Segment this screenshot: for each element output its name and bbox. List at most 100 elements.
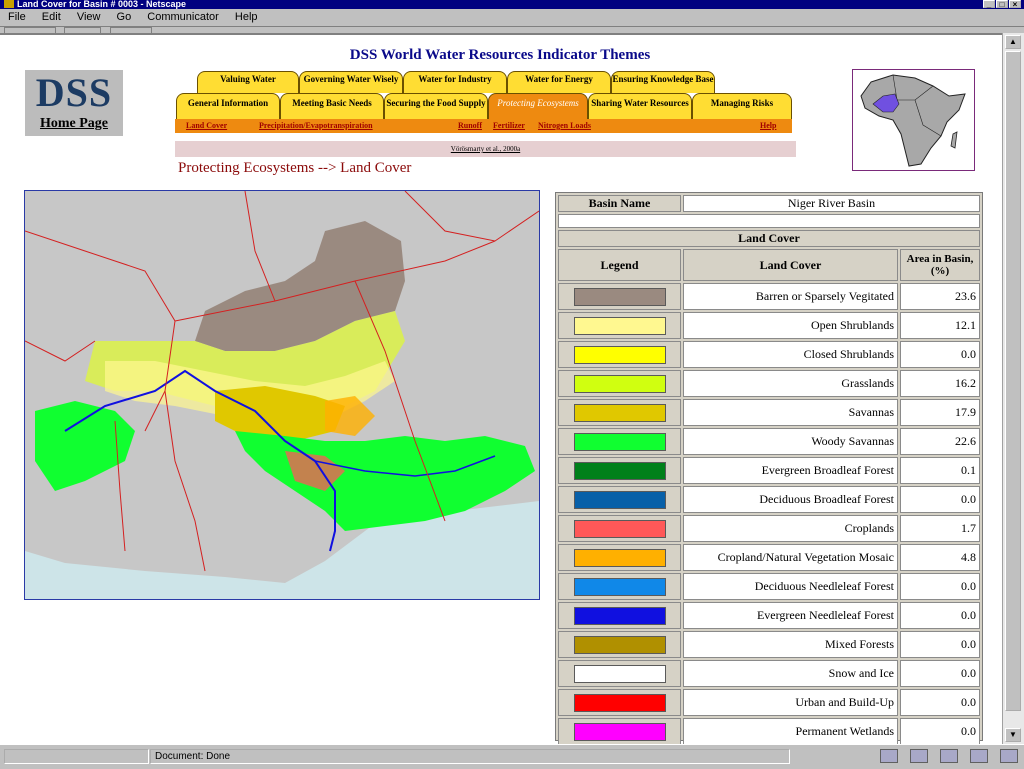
- country-border: [404, 191, 539, 242]
- composer-icon[interactable]: [970, 749, 988, 763]
- tab-meeting-basic-needs[interactable]: Meeting Basic Needs: [280, 93, 384, 119]
- legend-cell: [558, 631, 681, 658]
- land-cover-name: Barren or Sparsely Vegitated: [683, 283, 898, 310]
- land-cover-name: Closed Shrublands: [683, 341, 898, 368]
- land-cover-name: Permanent Wetlands: [683, 718, 898, 744]
- menu-help[interactable]: Help: [235, 11, 258, 23]
- land-cover-name: Cropland/Natural Vegetation Mosaic: [683, 544, 898, 571]
- area-percent: 22.6: [900, 428, 980, 455]
- tab-valuing-water[interactable]: Valuing Water: [197, 71, 299, 93]
- security-status[interactable]: [4, 749, 149, 764]
- land-cover-map-svg: [25, 191, 539, 599]
- land-cover-table: Basin Name Niger River Basin Land Cover …: [555, 192, 983, 744]
- tab-water-for-energy[interactable]: Water for Energy: [507, 71, 611, 93]
- area-percent: 0.1: [900, 457, 980, 484]
- status-bar: Document: Done: [0, 744, 1024, 769]
- land-cover-name: Open Shrublands: [683, 312, 898, 339]
- legend-swatch: [573, 461, 666, 480]
- sub-navigation: Land Cover Precipitation/Evapotranspirat…: [175, 119, 792, 133]
- area-percent: 0.0: [900, 689, 980, 716]
- land-cover-map[interactable]: [24, 190, 540, 600]
- tab-securing-food-supply[interactable]: Securing the Food Supply: [384, 93, 488, 119]
- legend-cell: [558, 602, 681, 629]
- legend-cell: [558, 544, 681, 571]
- land-cover-name: Woody Savannas: [683, 428, 898, 455]
- area-percent: 23.6: [900, 283, 980, 310]
- area-percent: 17.9: [900, 399, 980, 426]
- tab-sharing-water-resources[interactable]: Sharing Water Resources: [588, 93, 692, 119]
- area-percent: 4.8: [900, 544, 980, 571]
- legend-cell: [558, 718, 681, 744]
- country-border: [244, 191, 276, 302]
- window-title: Land Cover for Basin # 0003 - Netscape: [17, 0, 187, 9]
- land-cover-name: Evergreen Needleleaf Forest: [683, 602, 898, 629]
- subnav-help[interactable]: Help: [760, 119, 776, 133]
- minimize-button[interactable]: _: [983, 0, 995, 9]
- menu-communicator[interactable]: Communicator: [147, 11, 219, 23]
- ocean: [25, 501, 539, 599]
- subnav-fertilizer[interactable]: Fertilizer: [493, 119, 525, 133]
- newsgroup-icon[interactable]: [940, 749, 958, 763]
- collapsed-toolbar-strip[interactable]: [0, 26, 1024, 34]
- legend-cell: [558, 660, 681, 687]
- basin-name-label: Basin Name: [558, 195, 681, 212]
- area-percent: 0.0: [900, 631, 980, 658]
- home-page-link[interactable]: Home Page: [25, 116, 123, 132]
- legend-swatch: [573, 403, 666, 422]
- navigator-icon[interactable]: [880, 749, 898, 763]
- subnav-precipitation[interactable]: Precipitation/Evapotranspiration: [259, 119, 373, 133]
- area-percent: 0.0: [900, 486, 980, 513]
- tab-water-for-industry[interactable]: Water for Industry: [403, 71, 507, 93]
- vertical-scrollbar[interactable]: ▲ ▼: [1002, 33, 1024, 744]
- table-row: Evergreen Broadleaf Forest 0.1: [558, 457, 980, 484]
- legend-swatch: [573, 519, 666, 538]
- close-button[interactable]: ×: [1009, 0, 1021, 9]
- tab-managing-risks[interactable]: Managing Risks: [692, 93, 792, 119]
- scroll-thumb[interactable]: [1005, 51, 1021, 711]
- legend-cell: [558, 515, 681, 542]
- legend-swatch: [573, 722, 666, 741]
- breadcrumb: Protecting Ecosystems --> Land Cover: [178, 160, 412, 176]
- tab-general-information[interactable]: General Information: [176, 93, 280, 119]
- legend-cell: [558, 428, 681, 455]
- land-cover-name: Snow and Ice: [683, 660, 898, 687]
- area-percent: 0.0: [900, 660, 980, 687]
- table-row: Snow and Ice 0.0: [558, 660, 980, 687]
- subnav-runoff[interactable]: Runoff: [458, 119, 482, 133]
- legend-cell: [558, 312, 681, 339]
- country-border: [164, 390, 206, 572]
- tab-ensuring-knowledge-base[interactable]: Ensuring Knowledge Base: [611, 71, 715, 93]
- scroll-down-button[interactable]: ▼: [1005, 728, 1021, 742]
- col-legend-header: Legend: [558, 249, 681, 281]
- tasks-icon[interactable]: [1000, 749, 1018, 763]
- page-content: DSS Home Page DSS World Water Resources …: [0, 33, 1002, 744]
- scroll-up-button[interactable]: ▲: [1005, 35, 1021, 49]
- area-percent: 1.7: [900, 515, 980, 542]
- table-row: Evergreen Needleleaf Forest 0.0: [558, 602, 980, 629]
- mail-icon[interactable]: [910, 749, 928, 763]
- table-row: Deciduous Needleleaf Forest 0.0: [558, 573, 980, 600]
- tab-governing-water-wisely[interactable]: Governing Water Wisely: [299, 71, 403, 93]
- table-row: Savannas 17.9: [558, 399, 980, 426]
- menu-file[interactable]: File: [8, 11, 26, 23]
- legend-cell: [558, 370, 681, 397]
- legend-swatch: [573, 606, 666, 625]
- land-cover-table-grid: Basin Name Niger River Basin Land Cover …: [556, 193, 982, 744]
- menu-go[interactable]: Go: [117, 11, 132, 23]
- netscape-icon: [4, 0, 14, 8]
- area-percent: 0.0: [900, 602, 980, 629]
- area-percent: 0.0: [900, 718, 980, 744]
- menu-view[interactable]: View: [77, 11, 101, 23]
- legend-cell: [558, 689, 681, 716]
- africa-locator-map[interactable]: [852, 69, 975, 171]
- subnav-land-cover[interactable]: Land Cover: [186, 119, 227, 133]
- maximize-button[interactable]: □: [996, 0, 1008, 9]
- menu-edit[interactable]: Edit: [42, 11, 61, 23]
- col-area-header: Area in Basin, (%): [900, 249, 980, 281]
- dss-logo[interactable]: DSS Home Page: [25, 70, 123, 136]
- subnav-nitrogen-loads[interactable]: Nitrogen Loads: [538, 119, 591, 133]
- tab-protecting-ecosystems[interactable]: Protecting Ecosystems: [488, 93, 588, 119]
- window-title-bar: Land Cover for Basin # 0003 - Netscape _…: [0, 0, 1024, 9]
- land-cover-name: Urban and Build-Up: [683, 689, 898, 716]
- citation-link[interactable]: Vörösmarty et al., 2000a: [451, 145, 520, 153]
